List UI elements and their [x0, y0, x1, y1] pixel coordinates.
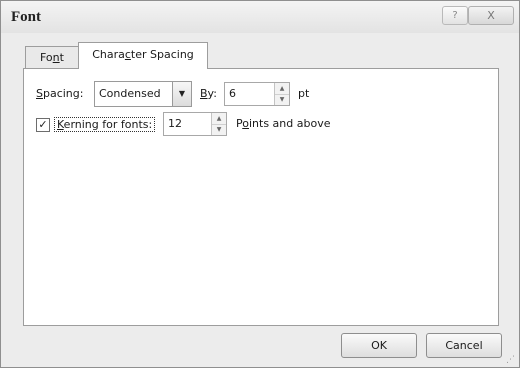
kerning-checkbox[interactable]: ✓ — [36, 118, 50, 132]
points-and-above-label: Points and above — [236, 117, 331, 130]
tab-label: ter Spacing — [130, 48, 194, 61]
tab-character-spacing[interactable]: Character Spacing — [78, 42, 208, 69]
dialog-title: Font — [11, 9, 41, 25]
kerning-label: Kerning for fonts: — [54, 117, 156, 132]
by-value: 6 — [229, 87, 236, 100]
by-label: By: — [200, 87, 217, 100]
kerning-value: 12 — [168, 117, 182, 130]
title-bar: Font ? X — [1, 1, 519, 33]
tab-label-accelerator: n — [52, 51, 60, 64]
tab-font[interactable]: Font — [25, 46, 79, 68]
font-dialog: Font ? X Font Character Spacing Spacing:… — [0, 0, 520, 368]
chevron-down-icon[interactable]: ▼ — [172, 82, 191, 106]
unit-label: pt — [298, 87, 310, 100]
resize-grip-icon[interactable]: ⋰ — [506, 355, 516, 365]
spacing-value: Condensed — [99, 87, 161, 100]
spacing-dropdown[interactable]: Condensed ▼ — [94, 81, 192, 107]
spacing-label: Spacing: — [36, 87, 84, 100]
cancel-button[interactable]: Cancel — [426, 333, 502, 358]
spinner-buttons: ▲ ▼ — [211, 113, 226, 135]
close-button[interactable]: X — [468, 6, 514, 25]
character-spacing-panel: Spacing: Condensed ▼ By: 6 ▲ ▼ pt ✓ Kern… — [23, 68, 499, 326]
tab-label: Chara — [92, 48, 125, 61]
spin-down-icon[interactable]: ▼ — [212, 124, 226, 135]
tab-label: t — [59, 51, 64, 64]
ok-button[interactable]: OK — [341, 333, 417, 358]
spin-down-icon[interactable]: ▼ — [275, 94, 289, 105]
help-button[interactable]: ? — [442, 6, 468, 25]
spinner-buttons: ▲ ▼ — [274, 83, 289, 105]
tab-label: Fo — [40, 51, 53, 64]
by-spinner[interactable]: 6 ▲ ▼ — [224, 82, 290, 106]
kerning-spinner[interactable]: 12 ▲ ▼ — [163, 112, 227, 136]
